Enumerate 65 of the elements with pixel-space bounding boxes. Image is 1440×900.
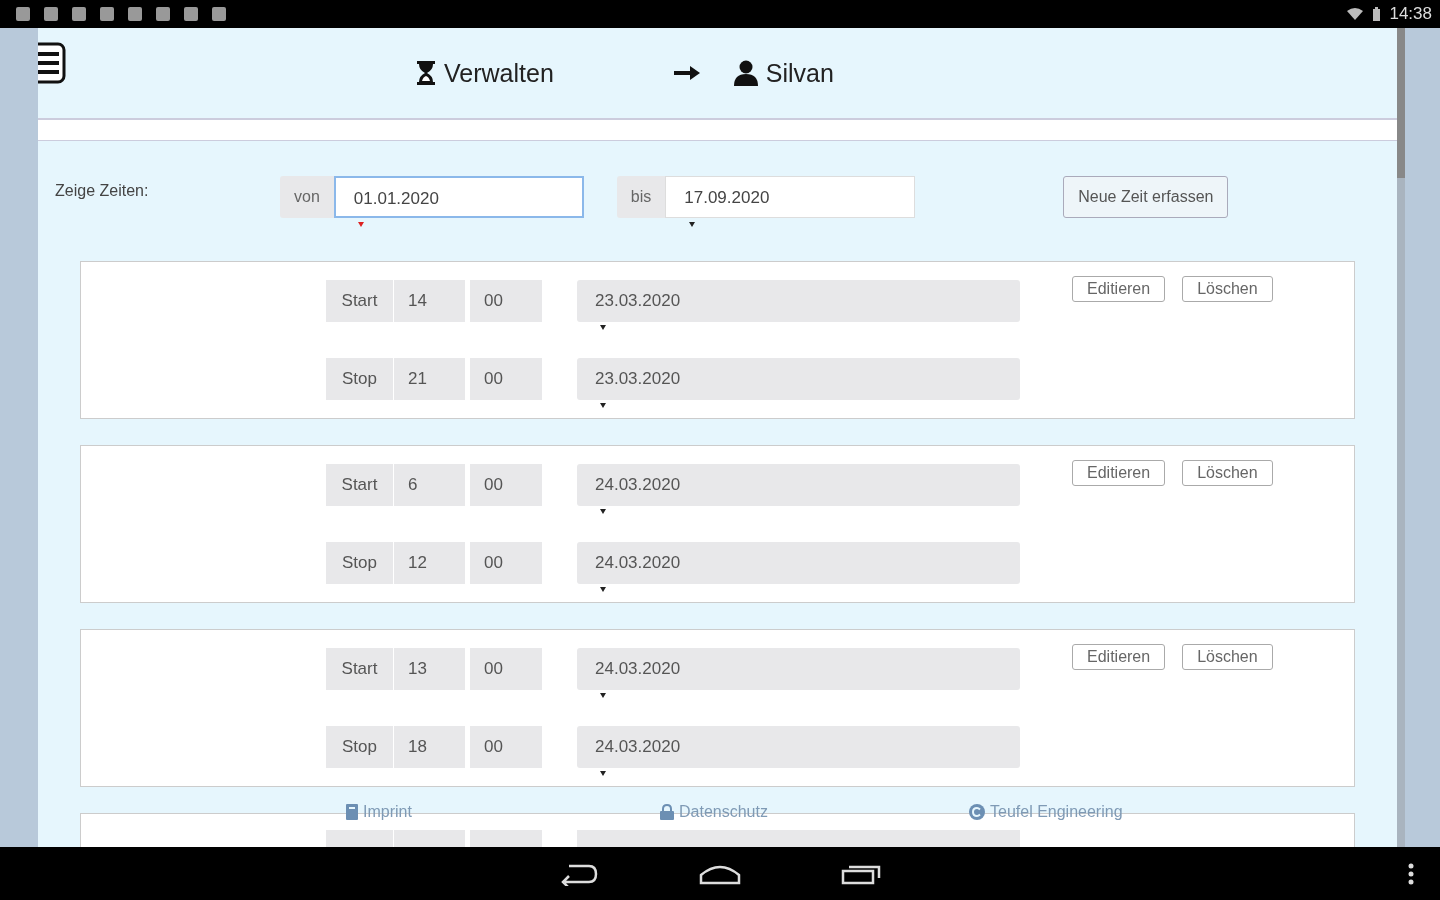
time-label: Stop xyxy=(326,542,393,584)
time-label: Stop xyxy=(326,726,393,768)
section-title: Verwalten xyxy=(444,58,554,88)
copyright-icon xyxy=(969,804,985,820)
user-icon xyxy=(733,60,758,86)
battery-icon xyxy=(1372,6,1382,22)
notification-icon xyxy=(128,7,142,21)
caret-icon xyxy=(600,693,606,698)
caret-icon xyxy=(600,587,606,592)
notification-icon xyxy=(16,7,30,21)
notification-icon xyxy=(212,7,226,21)
delete-button[interactable]: Löschen xyxy=(1182,276,1273,302)
time-label: Start xyxy=(326,464,393,506)
hourglass-icon xyxy=(416,60,436,86)
notification-icon xyxy=(156,7,170,21)
notification-icon xyxy=(100,7,114,21)
edit-button[interactable]: Editieren xyxy=(1072,644,1166,670)
date-field[interactable]: 24.03.2020 xyxy=(577,464,1020,506)
new-time-button[interactable]: Neue Zeit erfassen xyxy=(1063,176,1229,218)
hour-field[interactable]: 13 xyxy=(394,648,465,690)
hour-field[interactable]: 21 xyxy=(394,358,465,400)
time-label: Start xyxy=(326,648,393,690)
lock-icon xyxy=(660,804,674,820)
delete-button[interactable]: Löschen xyxy=(1182,460,1273,486)
notification-icon xyxy=(72,7,86,21)
minute-field[interactable]: 00 xyxy=(470,358,542,400)
caret-icon xyxy=(600,509,606,514)
edit-button[interactable]: Editieren xyxy=(1072,460,1166,486)
book-icon xyxy=(346,804,358,820)
more-options-icon[interactable] xyxy=(1408,863,1414,885)
scrollbar-thumb[interactable] xyxy=(1397,28,1405,178)
to-date-field[interactable]: 17.09.2020 xyxy=(665,176,916,218)
notification-icon xyxy=(44,7,58,21)
minute-field[interactable]: 00 xyxy=(470,726,542,768)
hour-field[interactable]: 14 xyxy=(394,280,465,322)
date-field[interactable]: 24.03.2020 xyxy=(577,726,1020,768)
delete-button[interactable]: Löschen xyxy=(1182,644,1273,670)
wifi-icon xyxy=(1346,7,1365,21)
date-field[interactable]: 23.03.2020 xyxy=(577,280,1020,322)
date-field[interactable]: 24.03.2020 xyxy=(577,648,1020,690)
arrow-right-icon xyxy=(673,66,700,80)
hour-field[interactable]: 6 xyxy=(394,464,465,506)
time-label: Start xyxy=(326,280,393,322)
time-label: Stop xyxy=(326,358,393,400)
hour-field[interactable]: 12 xyxy=(394,542,465,584)
date-field[interactable]: 23.03.2020 xyxy=(577,358,1020,400)
clock-time: 14:38 xyxy=(1389,4,1432,24)
minute-field[interactable]: 00 xyxy=(470,464,542,506)
minute-field[interactable]: 00 xyxy=(470,280,542,322)
caret-icon xyxy=(357,222,364,227)
to-label: bis xyxy=(616,176,666,218)
caret-icon xyxy=(689,222,696,227)
caret-icon xyxy=(600,325,606,330)
minute-field[interactable]: 00 xyxy=(470,648,542,690)
edit-button[interactable]: Editieren xyxy=(1072,276,1166,302)
notification-icon xyxy=(184,7,198,21)
minute-field[interactable]: 00 xyxy=(470,542,542,584)
from-date-field[interactable]: 01.01.2020 xyxy=(333,176,584,218)
caret-icon xyxy=(600,403,606,408)
caret-icon xyxy=(600,771,606,776)
user-name: Silvan xyxy=(765,58,834,88)
from-label: von xyxy=(280,176,334,218)
filter-label: Zeige Zeiten: xyxy=(55,181,150,200)
date-field[interactable]: 24.03.2020 xyxy=(577,542,1020,584)
hour-field[interactable]: 18 xyxy=(394,726,465,768)
